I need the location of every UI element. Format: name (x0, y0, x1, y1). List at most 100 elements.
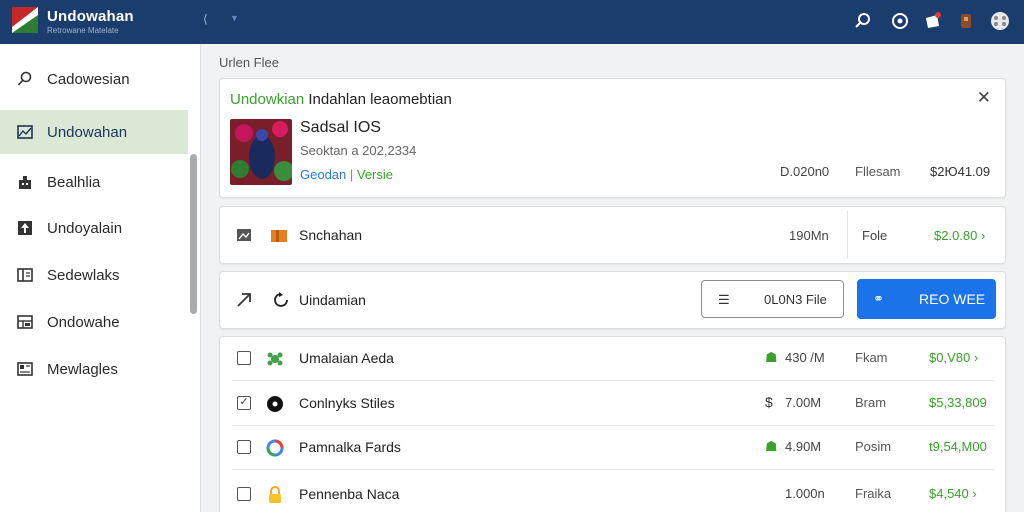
file-price: t9,54,M00 (929, 439, 987, 454)
upload-icon (16, 219, 34, 237)
extension-icon[interactable] (955, 10, 977, 32)
sidebar-item-sedewlaks[interactable]: Sedewlaks (0, 253, 188, 297)
file-price: $5,33,809 (929, 395, 987, 410)
menu-icon: ☰ (718, 292, 730, 307)
leaf-icon (265, 349, 285, 369)
sidebar-item-ondowahe[interactable]: Ondowahe (0, 300, 188, 344)
featured-title: Undowkian Indahlan leaomebtian (230, 91, 452, 108)
file-price-box[interactable]: Fole $2.0.80 › (847, 211, 1005, 259)
row-checkbox[interactable] (237, 487, 251, 501)
link-icon: ⚭ (873, 291, 884, 306)
arrow-up-right-icon (235, 291, 253, 309)
building-icon (16, 173, 34, 191)
section-title: Urlen Flee (219, 55, 279, 70)
featured-link-left[interactable]: Geodan (300, 167, 346, 182)
file-name: Umalaian Aeda (299, 350, 394, 366)
sidebar: Cadowesian Undowahan Bealhlia Undoyalain… (0, 44, 201, 512)
featured-link-right[interactable]: Versie (357, 167, 393, 182)
primary-action-button[interactable]: ⚭ REO WEE (857, 279, 996, 319)
app-subtitle: Retrowane Matelate (47, 26, 119, 35)
row-checkbox[interactable]: ✓ (237, 396, 251, 410)
search-icon (16, 70, 34, 88)
sidebar-item-cadowesian[interactable]: Cadowesian (0, 57, 188, 101)
link-separator: | (346, 167, 357, 182)
featured-links: Geodan | Versie (300, 167, 393, 182)
file-label: Fole (862, 228, 888, 243)
featured-title-highlight: Undowkian (230, 91, 305, 108)
sidebar-item-mewlagles[interactable]: Mewlagles (0, 347, 188, 391)
grid-icon (16, 313, 34, 331)
back-arrow-icon[interactable]: ⟨ (203, 12, 208, 26)
featured-title-rest: Indahlan leaomebtian (304, 91, 452, 108)
file-unit: Fraika (855, 486, 892, 501)
file-unit: Fkam (855, 350, 888, 365)
action-card: Uindamian ☰ 0L0N3 File ⚭ REO WEE (219, 271, 1006, 329)
sidebar-item-label: Undowahan (47, 123, 128, 141)
file-size: 190Mn (789, 228, 829, 243)
image-icon (16, 123, 34, 141)
file-size: 1.000n (785, 486, 825, 501)
sidebar-scrollbar[interactable] (190, 154, 197, 314)
lock-icon (265, 485, 285, 505)
file-options-button[interactable]: ☰ 0L0N3 File (701, 280, 844, 318)
featured-card: Undowkian Indahlan leaomebtian ✕ Sadsal … (219, 78, 1006, 198)
featured-price: $2Ю41.09 (930, 164, 991, 179)
row-checkbox[interactable] (237, 351, 251, 365)
google-icon (265, 438, 285, 458)
featured-value-2: Fllesam (855, 164, 901, 179)
sidebar-item-label: Ondowahe (47, 313, 120, 331)
refresh-icon (272, 291, 290, 309)
action-label: Uindamian (299, 292, 366, 308)
file-list: Umalaian Aeda ☗ 430 /M Fkam $0,V80 › ✓ C… (219, 336, 1006, 512)
status-mark: ☗ (765, 438, 778, 454)
list-item[interactable]: ✓ Conlnyks Stiles $ 7.00M Bram $5,33,809 (232, 382, 994, 426)
app-title: Undowahan (47, 8, 134, 25)
sidebar-item-bealhlia[interactable]: Bealhlia (0, 160, 188, 204)
featured-value-1: D.020n0 (780, 164, 830, 179)
folder-icon (270, 226, 288, 244)
primary-action-label: REO WEE (919, 291, 986, 307)
featured-name: Sadsal IOS (300, 119, 381, 136)
status-mark: ☗ (765, 349, 778, 365)
sidebar-item-label: Undoyalain (47, 219, 123, 237)
file-price: $0,V80 › (929, 350, 979, 365)
file-size: 7.00M (785, 395, 822, 410)
sidebar-item-undowahan[interactable]: Undowahan (0, 110, 188, 154)
file-size: 4.90M (785, 439, 822, 454)
featured-subtitle: Seoktan a 202,2334 (300, 143, 417, 158)
image-icon (235, 226, 253, 244)
search-icon[interactable] (852, 10, 874, 32)
sidebar-item-label: Mewlagles (47, 360, 118, 378)
list-item[interactable]: Pennenba Naca 1.000n Fraika $4,540 › (232, 473, 994, 512)
file-card-1[interactable]: Snchahan 190Mn Fole $2.0.80 › (219, 206, 1006, 264)
app-logo (12, 7, 38, 33)
file-name: Snchahan (299, 227, 363, 243)
file-price: $2.0.80 › (934, 228, 986, 243)
sidebar-item-label: Sedewlaks (47, 266, 120, 284)
book-icon (16, 266, 34, 284)
layout-icon (16, 360, 34, 378)
row-checkbox[interactable] (237, 440, 251, 454)
file-name: Conlnyks Stiles (299, 395, 395, 411)
sidebar-item-undoyalain[interactable]: Undoyalain (0, 206, 188, 250)
status-mark: $ (765, 394, 773, 410)
file-options-label: 0L0N3 File (764, 292, 827, 307)
apps-icon[interactable] (989, 10, 1011, 32)
file-size: 430 /M (785, 350, 825, 365)
chevron-down-icon[interactable]: ▼ (230, 13, 239, 23)
sidebar-item-label: Bealhlia (47, 173, 101, 191)
file-unit: Posim (855, 439, 892, 454)
sidebar-item-label: Cadowesian (47, 70, 130, 88)
top-bar: Undowahan Retrowane Matelate ⟨ ▼ (0, 0, 1024, 44)
settings-circle-icon[interactable] (889, 10, 911, 32)
notification-icon[interactable] (922, 10, 944, 32)
close-icon[interactable]: ✕ (977, 88, 991, 108)
featured-thumbnail (230, 119, 292, 185)
file-unit: Bram (855, 395, 887, 410)
list-item[interactable]: Pamnalka Fards ☗ 4.90M Posim t9,54,M00 (232, 426, 994, 470)
file-name: Pennenba Naca (299, 486, 400, 502)
file-price: $4,540 › (929, 486, 977, 501)
list-item[interactable]: Umalaian Aeda ☗ 430 /M Fkam $0,V80 › (232, 337, 994, 381)
target-icon (265, 394, 285, 414)
file-name: Pamnalka Fards (299, 439, 401, 455)
